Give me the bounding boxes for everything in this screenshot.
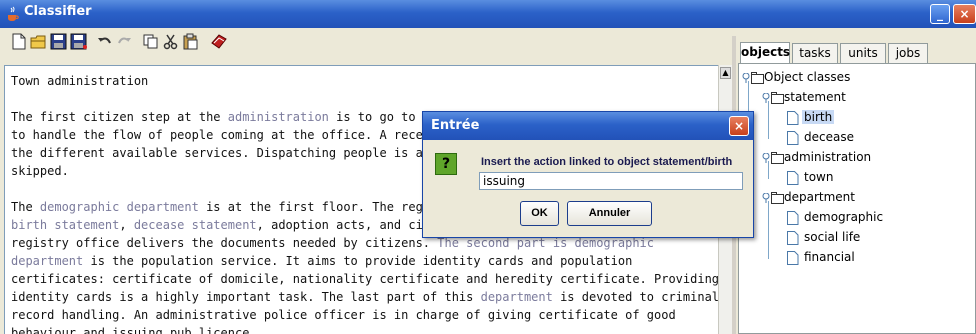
window-title: Classifier (24, 4, 92, 19)
expand-toggle-icon[interactable] (762, 153, 770, 163)
document-text-segment: Town administration (11, 74, 149, 88)
folder-icon (771, 152, 784, 164)
keyword-text: demographic department (39, 200, 199, 214)
document-text-segment: record handling. An administrative polic… (11, 308, 676, 322)
java-cup-icon (8, 6, 19, 21)
paste-icon[interactable] (182, 33, 199, 50)
keyword-text: administration (227, 110, 329, 124)
tab-jobs[interactable]: jobs (888, 43, 928, 63)
document-text-segment: the different available services. Dispat… (11, 146, 445, 160)
keyword-text: department (480, 290, 553, 304)
document-text-segment: is devoted to criminal (552, 290, 719, 304)
redo-icon[interactable] (116, 33, 133, 50)
folder-icon (771, 92, 784, 104)
undo-icon[interactable] (96, 33, 113, 50)
document-text-segment: The (11, 200, 40, 214)
document-text-segment: is the population service. It aims to pr… (83, 254, 633, 268)
folder-icon (771, 192, 784, 204)
scroll-up-icon[interactable]: ▲ (720, 67, 731, 79)
classify-icon[interactable] (210, 33, 227, 50)
file-icon (787, 131, 799, 145)
document-text-segment: skipped. (11, 164, 69, 178)
ok-button[interactable]: OK (520, 201, 559, 226)
tab-units[interactable]: units (840, 43, 886, 63)
minimize-button[interactable]: _ (930, 4, 950, 24)
folder-icon (751, 72, 764, 84)
keyword-text: birth statement (11, 218, 120, 232)
document-text-segment: , (119, 218, 134, 232)
cancel-button[interactable]: Annuler (567, 201, 652, 226)
file-icon (787, 171, 799, 185)
document-text-segment: certificates: certificate of domicile, n… (11, 272, 719, 286)
expand-toggle-icon[interactable] (742, 73, 750, 83)
save-as-icon[interactable] (70, 33, 87, 50)
tab-objects[interactable]: objects (740, 42, 790, 64)
close-button[interactable]: × (953, 4, 976, 24)
cut-icon[interactable] (162, 33, 179, 50)
dialog-message: Insert the action linked to object state… (481, 156, 733, 168)
save-icon[interactable] (50, 33, 67, 50)
document-text-segment: behaviour and issuing pub licence. (11, 326, 257, 334)
open-icon[interactable] (30, 33, 47, 50)
dialog-title: Entrée (431, 118, 480, 133)
side-panel-tabs: objects tasks units jobs (740, 42, 976, 64)
question-icon: ? (435, 153, 457, 175)
file-icon (787, 251, 799, 265)
document-text-segment: , adoption acts, and civil (256, 218, 445, 232)
input-dialog: Entrée × ? Insert the action linked to o… (422, 111, 754, 238)
keyword-text: department (11, 254, 84, 268)
dialog-close-button[interactable]: × (729, 116, 749, 136)
action-input[interactable]: issuing (479, 172, 743, 190)
tab-tasks[interactable]: tasks (792, 43, 838, 63)
dialog-title-bar[interactable]: Entrée × (423, 112, 753, 140)
document-text-segment: The first citizen step at the (11, 110, 228, 124)
copy-icon[interactable] (142, 33, 159, 50)
file-icon (787, 111, 799, 125)
document-text-segment: registry office delivers the documents n… (11, 236, 438, 250)
title-bar: Classifier _ × (0, 0, 976, 28)
file-icon (787, 231, 799, 245)
keyword-text: The second part is demographic (437, 236, 655, 250)
document-text-segment: identity cards is a highly important tas… (11, 290, 481, 304)
expand-toggle-icon[interactable] (762, 193, 770, 203)
keyword-text: decease statement (133, 218, 257, 232)
document-text-segment: to handle the flow of people coming at t… (11, 128, 438, 142)
file-icon (787, 211, 799, 225)
new-icon[interactable] (10, 33, 27, 50)
toolbar (0, 28, 730, 55)
expand-toggle-icon[interactable] (762, 93, 770, 103)
object-tree: Object classes statement birth decease a… (738, 63, 976, 334)
document-text-segment: is at the first floor. The regist (198, 200, 445, 214)
